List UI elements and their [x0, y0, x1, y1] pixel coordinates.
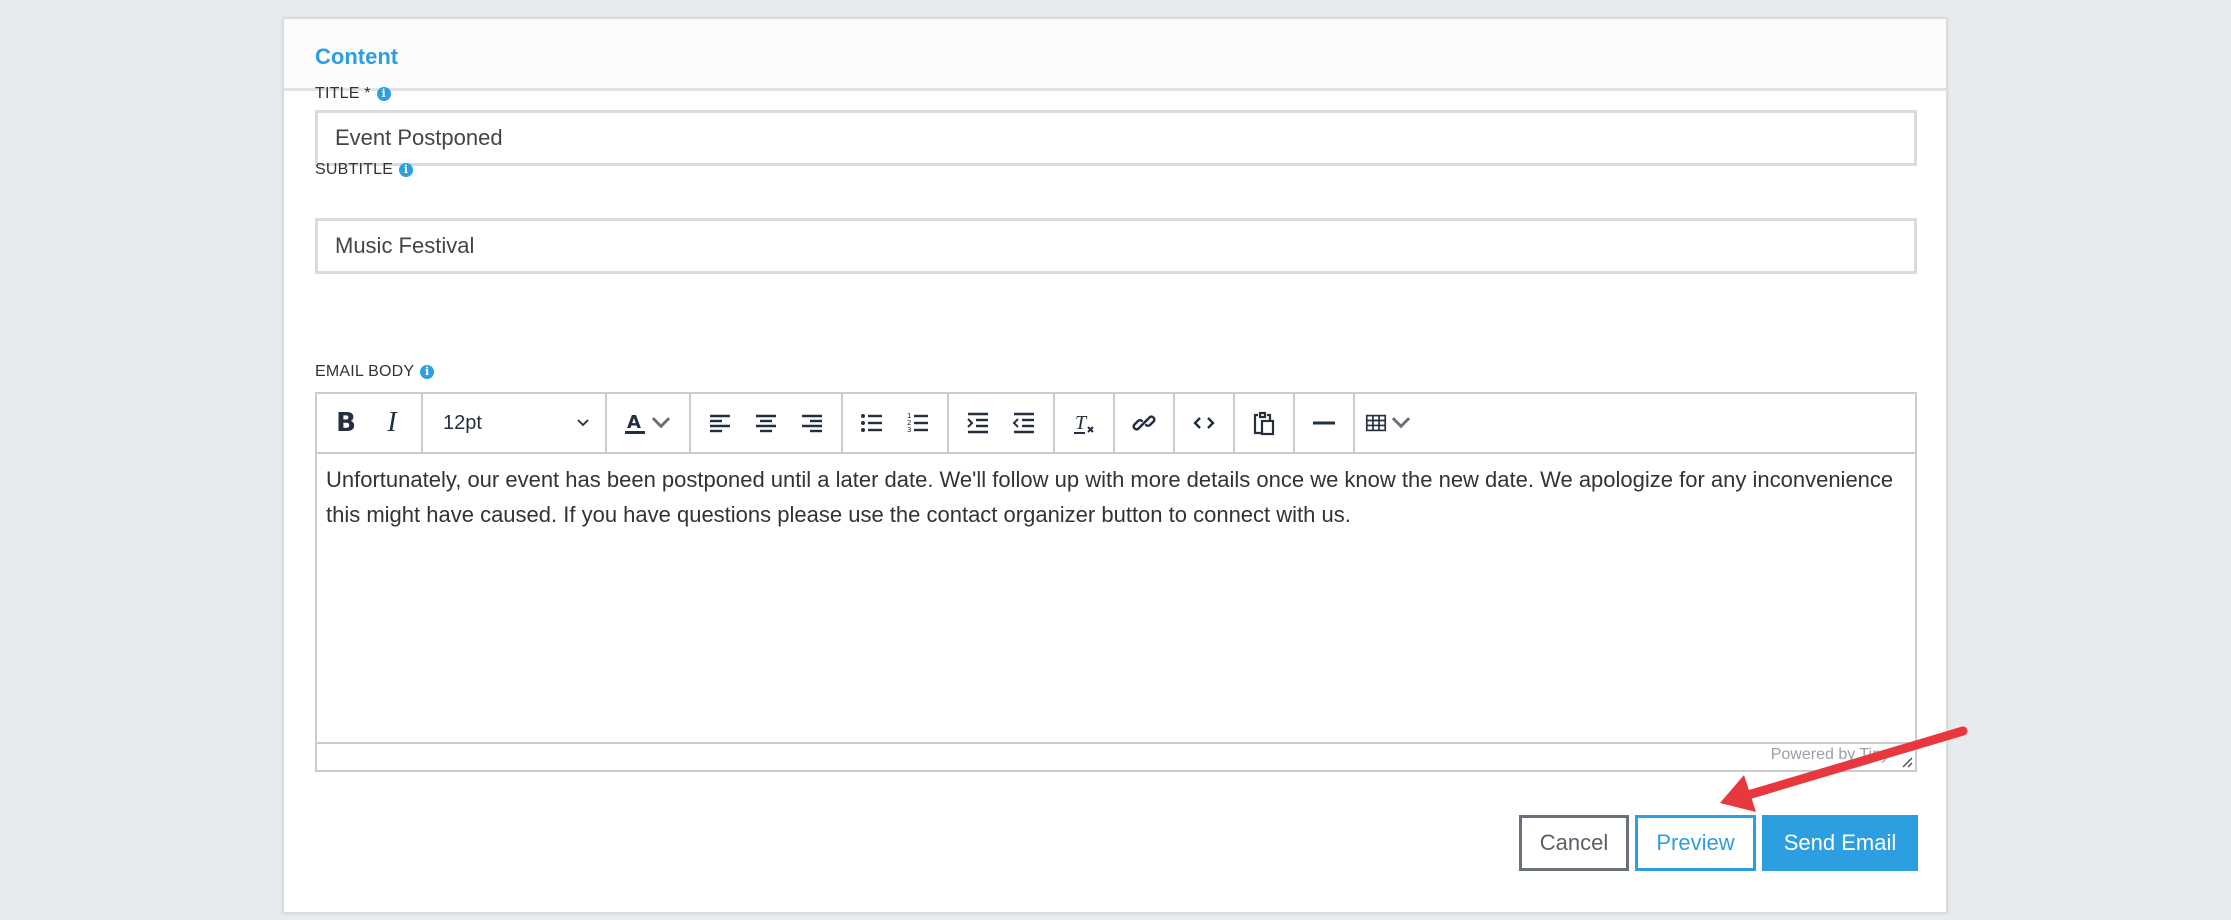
card-header: Content — [284, 19, 1946, 91]
align-center-icon — [756, 414, 776, 433]
paste-group — [1235, 394, 1295, 452]
numbered-list-button[interactable]: 123 — [895, 400, 941, 446]
table-button[interactable] — [1361, 400, 1417, 446]
chevron-down-icon — [651, 417, 671, 429]
bullet-list-icon — [861, 414, 882, 432]
color-group: A — [607, 394, 691, 452]
source-code-button[interactable] — [1181, 400, 1227, 446]
content-card: Content TITLE * i SUBTITLE i EMAIL BODY … — [283, 18, 1947, 913]
send-email-button[interactable]: Send Email — [1762, 815, 1918, 871]
font-size-value: 12pt — [443, 411, 482, 434]
chevron-down-icon — [577, 419, 589, 427]
text-color-button[interactable]: A — [613, 400, 683, 446]
align-left-icon — [710, 414, 730, 433]
align-center-button[interactable] — [743, 400, 789, 446]
code-icon — [1193, 417, 1215, 429]
info-icon[interactable]: i — [420, 365, 435, 379]
clear-formatting-icon: T — [1074, 412, 1094, 434]
card-title: Content — [315, 44, 399, 69]
indent-icon — [967, 412, 988, 434]
horizontal-rule-icon — [1313, 421, 1335, 425]
horizontal-rule-button[interactable] — [1301, 400, 1347, 446]
indent-button[interactable] — [955, 400, 1001, 446]
format-group: B I — [317, 394, 423, 452]
title-input[interactable] — [315, 110, 1917, 166]
table-group — [1355, 394, 1915, 452]
info-icon[interactable]: i — [399, 163, 414, 177]
title-label-text: TITLE * — [315, 85, 371, 102]
indent-group — [949, 394, 1055, 452]
italic-icon: I — [387, 407, 397, 438]
align-left-button[interactable] — [697, 400, 743, 446]
link-button[interactable] — [1121, 400, 1167, 446]
rich-text-editor: B I 12pt A 1 2 3 T Unfortunately, our ev… — [315, 392, 1917, 772]
email-body-label-text: EMAIL BODY — [315, 363, 415, 380]
editor-status-bar: Powered by Tiny — [317, 742, 1915, 770]
bold-icon: B — [336, 408, 356, 438]
chevron-down-icon — [1391, 417, 1411, 429]
svg-text:T: T — [1075, 412, 1088, 434]
editor-toolbar: B I 12pt A 1 2 3 T — [317, 394, 1915, 454]
resize-handle-icon[interactable] — [1899, 754, 1913, 768]
italic-button[interactable]: I — [369, 400, 415, 446]
paste-icon — [1253, 411, 1275, 436]
table-icon — [1365, 414, 1387, 432]
code-group — [1175, 394, 1235, 452]
cancel-button[interactable]: Cancel — [1519, 815, 1629, 871]
numbered-list-icon: 123 — [907, 412, 928, 434]
align-group — [691, 394, 843, 452]
subtitle-label-text: SUBTITLE — [315, 161, 394, 178]
list-group: 123 — [843, 394, 949, 452]
subtitle-input[interactable] — [315, 218, 1917, 274]
hr-group — [1295, 394, 1355, 452]
align-right-button[interactable] — [789, 400, 835, 446]
bold-button[interactable]: B — [323, 400, 369, 446]
title-label: TITLE * i — [315, 85, 391, 103]
paste-button[interactable] — [1241, 400, 1287, 446]
email-body-label: EMAIL BODY i — [315, 363, 435, 381]
email-body-content[interactable]: Unfortunately, our event has been postpo… — [317, 454, 1915, 744]
outdent-icon — [1012, 412, 1034, 434]
subtitle-label: SUBTITLE i — [315, 161, 414, 179]
clear-formatting-button[interactable]: T — [1061, 400, 1107, 446]
link-icon — [1132, 415, 1156, 431]
link-group — [1115, 394, 1175, 452]
preview-button[interactable]: Preview — [1635, 815, 1756, 871]
text-color-icon: A — [625, 412, 645, 434]
align-right-icon — [802, 414, 822, 433]
powered-by-tiny[interactable]: Powered by Tiny — [1771, 746, 1889, 764]
svg-text:A: A — [627, 412, 641, 433]
font-size-select[interactable]: 12pt — [429, 400, 599, 446]
font-size-group: 12pt — [423, 394, 607, 452]
svg-text:3: 3 — [907, 426, 911, 434]
clear-group: T — [1055, 394, 1115, 452]
bullet-list-button[interactable] — [849, 400, 895, 446]
info-icon[interactable]: i — [376, 87, 391, 101]
outdent-button[interactable] — [1001, 400, 1047, 446]
